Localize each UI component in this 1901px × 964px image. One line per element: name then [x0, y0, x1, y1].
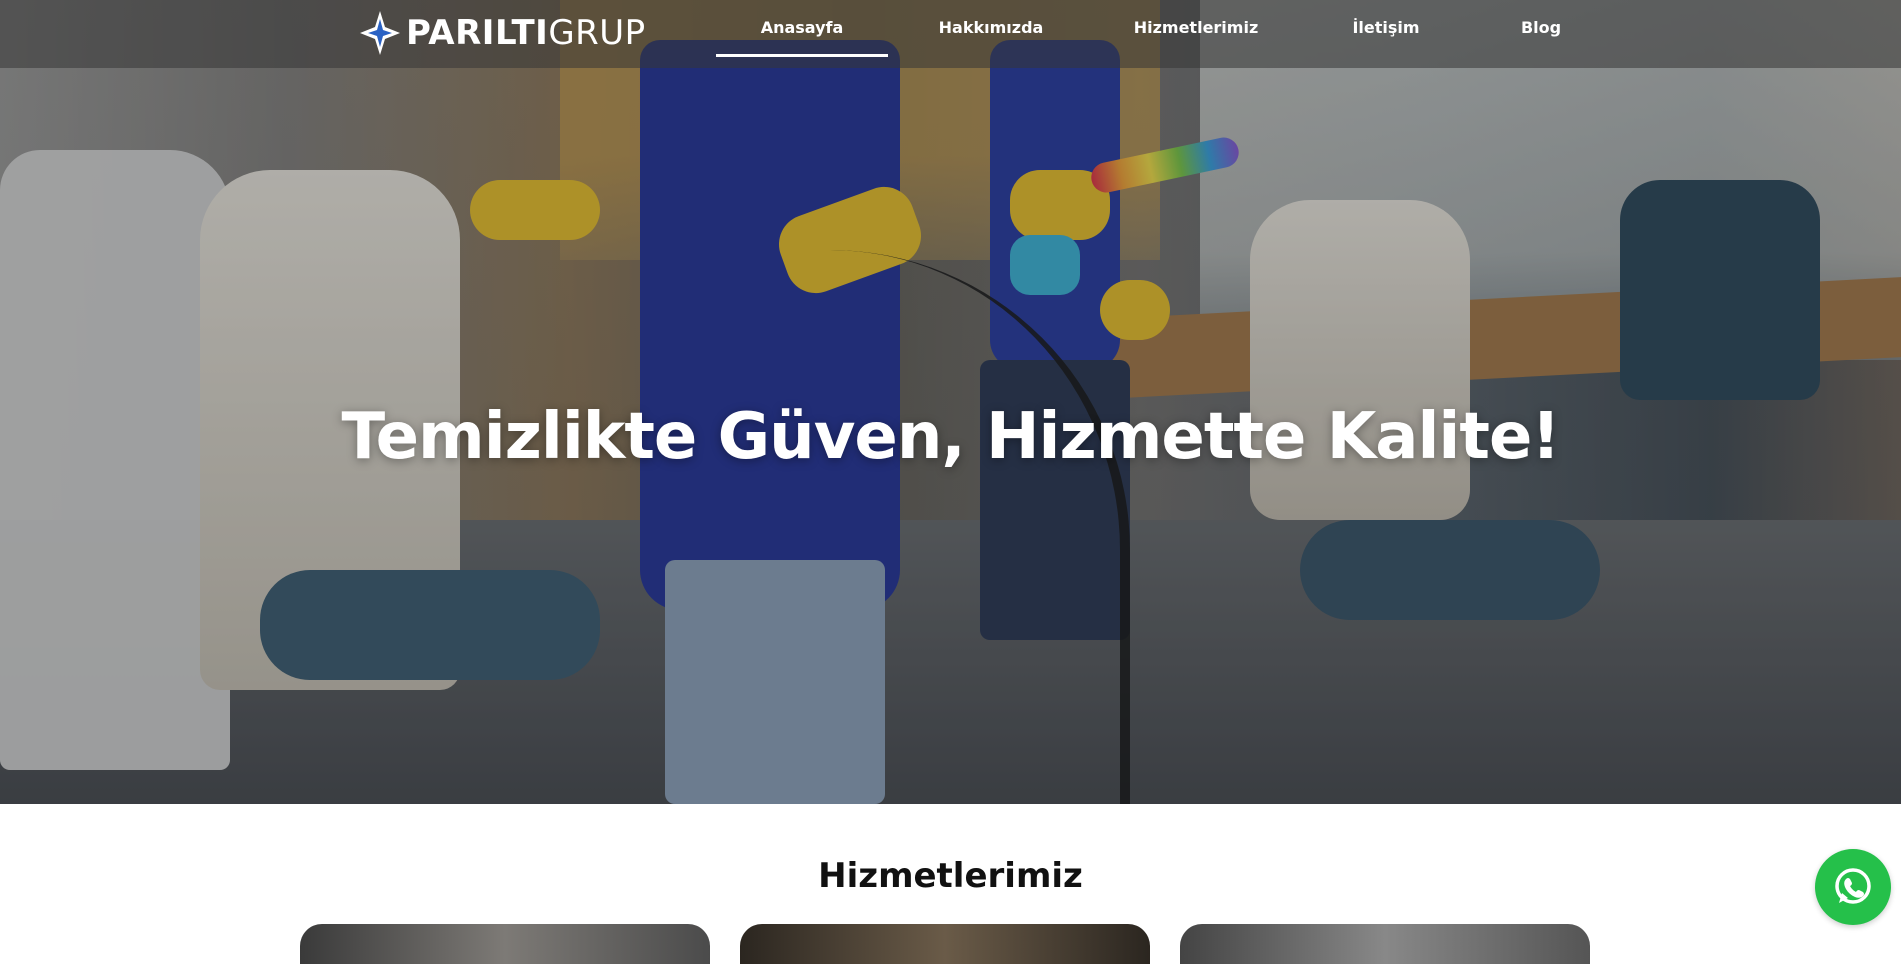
nav-item-iletisim[interactable]: İletişim: [1320, 0, 1452, 54]
hero-title: Temizlikte Güven, Hizmette Kalite!: [341, 400, 1560, 474]
services-title: Hizmetlerimiz: [818, 856, 1083, 896]
nav-item-hakkimizda[interactable]: Hakkımızda: [910, 0, 1072, 54]
service-card[interactable]: [740, 924, 1150, 964]
nav-item-blog[interactable]: Blog: [1490, 0, 1592, 54]
brand-name-bold: PARILTI: [406, 13, 549, 53]
service-card[interactable]: [300, 924, 710, 964]
whatsapp-button[interactable]: [1815, 849, 1891, 925]
nav-item-hizmetlerimiz[interactable]: Hizmetlerimiz: [1110, 0, 1282, 54]
logo-link[interactable]: PARILTIGRUP: [360, 8, 646, 58]
star-logo-icon: [360, 11, 400, 55]
whatsapp-icon: [1835, 868, 1871, 904]
navbar: PARILTIGRUP Anasayfa Hakkımızda Hizmetle…: [0, 0, 1901, 68]
brand-name-light: GRUP: [548, 13, 646, 53]
nav-item-anasayfa[interactable]: Anasayfa: [716, 0, 888, 57]
brand-name: PARILTIGRUP: [406, 13, 646, 53]
service-card[interactable]: [1180, 924, 1590, 964]
